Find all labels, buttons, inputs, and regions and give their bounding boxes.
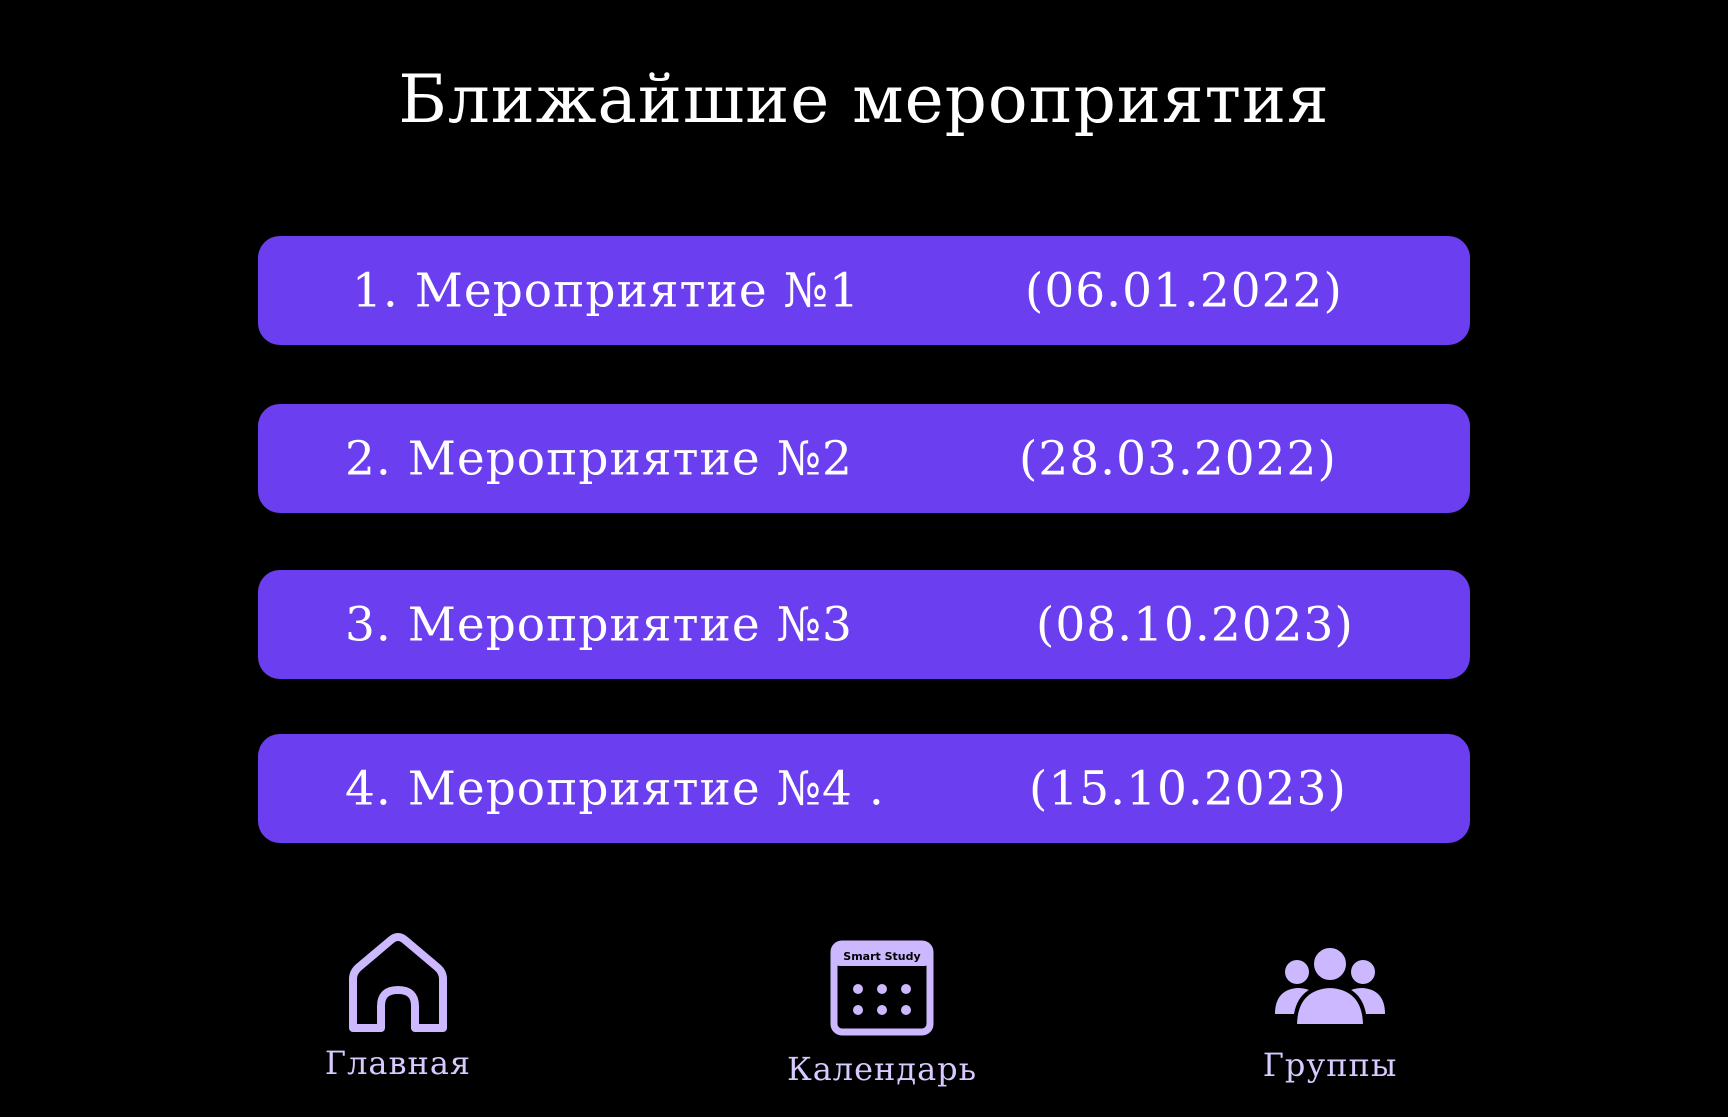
nav-home[interactable]: Главная	[318, 932, 478, 1082]
event-date: (08.10.2023)	[1036, 597, 1354, 652]
event-date: (15.10.2023)	[1029, 761, 1347, 816]
event-item-1[interactable]: 1. Мероприятие №1 (06.01.2022)	[258, 236, 1470, 345]
nav-calendar[interactable]: Smart Study Календарь	[782, 940, 982, 1088]
event-name: 1. Мероприятие №1	[352, 263, 860, 318]
event-date: (28.03.2022)	[1019, 431, 1337, 486]
event-name: 2. Мероприятие №2	[345, 431, 853, 486]
calendar-icon: Smart Study	[830, 940, 934, 1036]
nav-calendar-label: Календарь	[786, 1050, 978, 1088]
event-item-3[interactable]: 3. Мероприятие №3 (08.10.2023)	[258, 570, 1470, 679]
event-name: 4. Мероприятие №4 .	[345, 761, 885, 816]
event-item-2[interactable]: 2. Мероприятие №2 (28.03.2022)	[258, 404, 1470, 513]
event-date: (06.01.2022)	[1025, 263, 1343, 318]
nav-groups[interactable]: Группы	[1250, 942, 1410, 1084]
page-title: Ближайшие мероприятия	[398, 61, 1330, 138]
nav-home-label: Главная	[324, 1044, 472, 1082]
nav-groups-label: Группы	[1262, 1046, 1398, 1084]
users-icon	[1273, 942, 1387, 1028]
home-icon	[343, 932, 453, 1032]
calendar-brand-text: Smart Study	[843, 950, 920, 963]
event-item-4[interactable]: 4. Мероприятие №4 . (15.10.2023)	[258, 734, 1470, 843]
event-name: 3. Мероприятие №3	[345, 597, 853, 652]
